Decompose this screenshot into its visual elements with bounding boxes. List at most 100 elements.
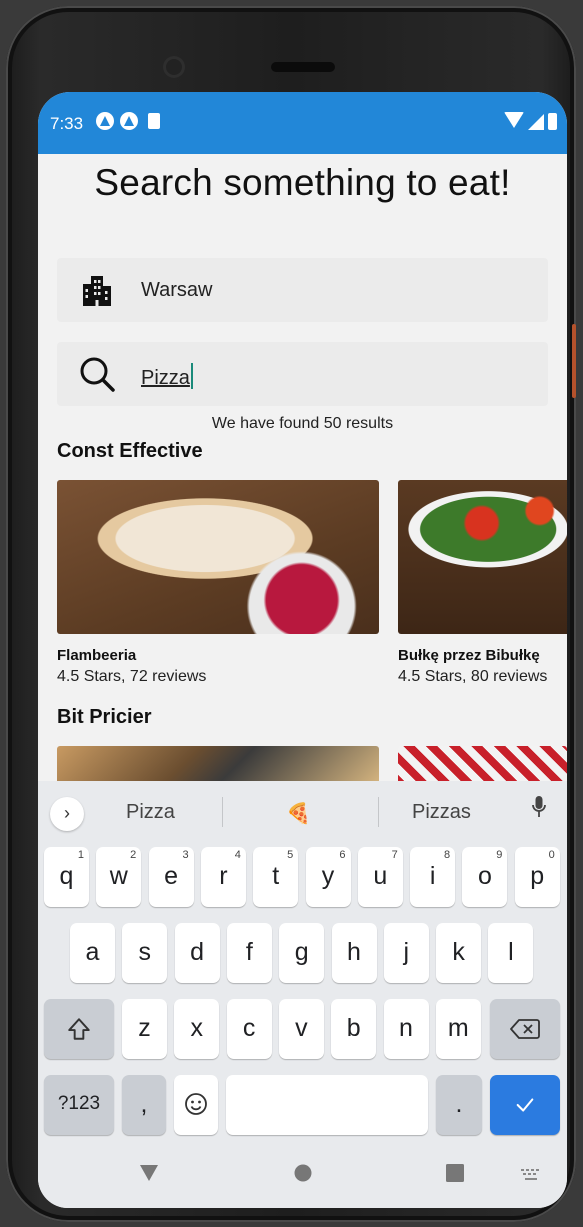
earpiece-speaker xyxy=(271,62,335,72)
key-r[interactable]: r4 xyxy=(200,847,246,907)
status-bar: 7:33 xyxy=(38,92,567,154)
restaurant-rating: 4.5 Stars, 80 reviews xyxy=(398,668,548,685)
key-z[interactable]: z xyxy=(122,999,167,1059)
microphone-icon[interactable] xyxy=(532,796,546,818)
key-a[interactable]: a xyxy=(70,923,115,983)
smiley-icon xyxy=(185,1093,207,1115)
key-number-hint: 1 xyxy=(77,849,84,861)
key-number-hint: 6 xyxy=(339,849,346,861)
backspace-key[interactable] xyxy=(490,999,560,1059)
system-icons xyxy=(504,112,557,130)
suggestion-1[interactable]: Pizza xyxy=(126,801,175,824)
key-number-hint: 2 xyxy=(130,849,137,861)
front-camera xyxy=(163,56,185,78)
search-icon xyxy=(80,357,115,392)
city-field[interactable]: Warsaw xyxy=(57,258,548,322)
search-field[interactable]: Pizza xyxy=(57,342,548,406)
key-number-hint: 4 xyxy=(234,849,241,861)
key-label: e xyxy=(164,862,179,890)
key-number-hint: 7 xyxy=(391,849,398,861)
key-m[interactable]: m xyxy=(435,999,481,1059)
key-l[interactable]: l xyxy=(488,923,534,983)
symbols-key[interactable]: ?123 xyxy=(44,1075,114,1135)
key-label: w xyxy=(109,862,128,890)
key-label: y xyxy=(321,862,335,890)
period-key[interactable]: . xyxy=(436,1075,482,1135)
enter-key[interactable] xyxy=(490,1075,560,1135)
home-circle-icon[interactable] xyxy=(294,1164,312,1182)
search-input: Pizza xyxy=(141,363,193,390)
battery-icon xyxy=(548,113,557,130)
key-number-hint: 0 xyxy=(548,849,555,861)
section-title-bit-pricier: Bit Pricier xyxy=(57,706,152,728)
recents-square-icon[interactable] xyxy=(446,1164,464,1182)
key-d[interactable]: d xyxy=(174,923,220,983)
city-value: Warsaw xyxy=(141,279,213,301)
key-f[interactable]: f xyxy=(226,923,272,983)
key-label: i xyxy=(429,862,436,890)
wifi-icon xyxy=(504,112,524,128)
restaurant-card-flambeeria[interactable]: Flambeeria 4.5 Stars, 72 reviews xyxy=(57,480,379,686)
key-g[interactable]: g xyxy=(279,923,325,983)
key-j[interactable]: j xyxy=(383,923,429,983)
sd-card-icon xyxy=(148,113,160,129)
key-q[interactable]: q1 xyxy=(44,847,89,907)
key-k[interactable]: k xyxy=(436,923,482,983)
key-number-hint: 8 xyxy=(443,849,451,861)
key-number-hint: 9 xyxy=(496,849,503,861)
back-triangle-icon[interactable] xyxy=(139,1164,159,1182)
notification-icons xyxy=(96,112,160,130)
key-p[interactable]: p0 xyxy=(514,847,560,907)
key-i[interactable]: i8 xyxy=(410,847,456,907)
key-h[interactable]: h xyxy=(331,923,377,983)
page-title: Search something to eat! xyxy=(94,162,511,203)
key-b[interactable]: b xyxy=(331,999,377,1059)
restaurant-card-partial[interactable] xyxy=(398,746,567,786)
suggestion-emoji[interactable]: 🍕 xyxy=(286,801,311,826)
key-v[interactable]: v xyxy=(278,999,324,1059)
text-cursor xyxy=(190,363,193,389)
result-count: We have found 50 results xyxy=(211,415,394,432)
navigation-bar xyxy=(38,1146,567,1208)
restaurant-photo xyxy=(398,480,567,634)
restaurant-rating: 4.5 Stars, 72 reviews xyxy=(57,668,207,685)
key-y[interactable]: y6 xyxy=(305,847,351,907)
suggestion-3[interactable]: Pizzas xyxy=(412,801,471,824)
restaurant-photo xyxy=(57,480,379,634)
key-n[interactable]: n xyxy=(383,999,429,1059)
comma-key[interactable]: , xyxy=(122,1075,166,1135)
key-u[interactable]: u7 xyxy=(357,847,403,907)
restaurant-card-partial[interactable] xyxy=(57,746,379,786)
key-s[interactable]: s xyxy=(122,923,168,983)
restaurant-name: Bułkę przez Bibułkę xyxy=(398,647,540,664)
search-value: Pizza xyxy=(141,367,190,389)
key-x[interactable]: x xyxy=(174,999,220,1059)
space-key[interactable] xyxy=(226,1075,428,1135)
key-o[interactable]: o9 xyxy=(462,847,508,907)
key-label: p xyxy=(530,862,545,890)
key-c[interactable]: c xyxy=(226,999,272,1059)
key-label: t xyxy=(272,862,280,890)
shift-arrow-icon xyxy=(68,1018,90,1040)
key-label: r xyxy=(219,862,228,890)
checkmark-icon xyxy=(516,1098,534,1112)
expand-toolbar-button[interactable]: › xyxy=(50,797,84,831)
key-label: q xyxy=(59,862,74,890)
emoji-key[interactable] xyxy=(174,1075,218,1135)
key-t[interactable]: t5 xyxy=(253,847,299,907)
app-notification-icon xyxy=(96,112,114,130)
shift-key[interactable] xyxy=(44,999,114,1059)
city-buildings-icon xyxy=(83,276,111,306)
divider xyxy=(378,797,379,827)
status-time: 7:33 xyxy=(50,114,84,133)
restaurant-name: Flambeeria xyxy=(57,647,137,664)
keyboard-switch-icon[interactable] xyxy=(520,1168,542,1182)
divider xyxy=(222,797,223,827)
section-title-const-effective: Const Effective xyxy=(57,440,203,462)
key-w[interactable]: w2 xyxy=(96,847,142,907)
key-label: o xyxy=(477,862,492,890)
sync-notification-icon xyxy=(120,112,138,130)
suggestion-strip: › Pizza 🍕 Pizzas xyxy=(38,781,567,841)
key-e[interactable]: e3 xyxy=(148,847,194,907)
restaurant-card-bulke[interactable]: Bułkę przez Bibułkę 4.5 Stars, 80 review… xyxy=(398,480,567,686)
